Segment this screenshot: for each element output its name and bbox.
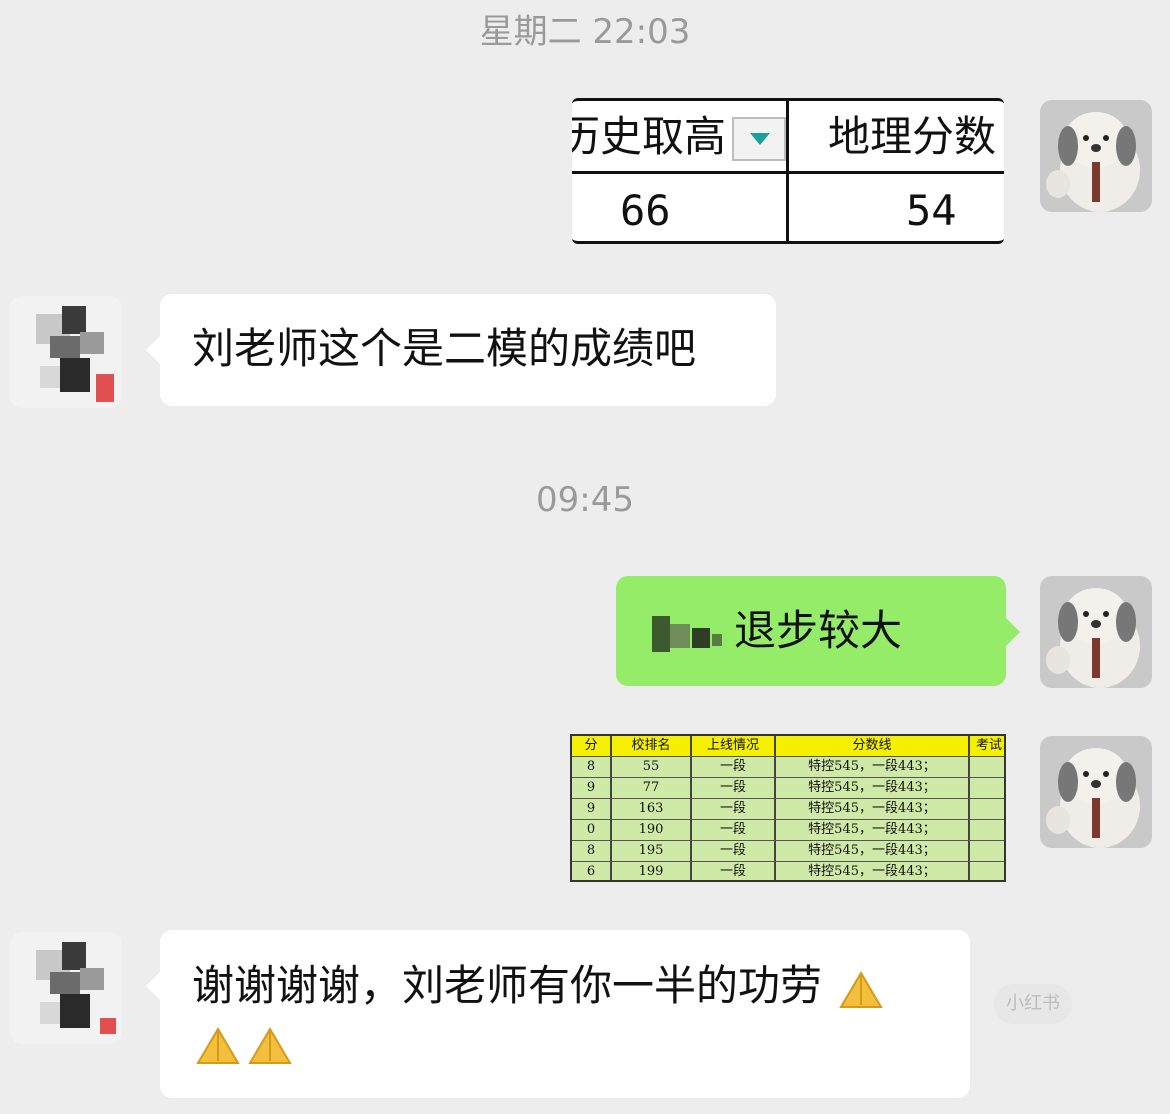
- table-header: 校排名: [612, 736, 692, 756]
- timestamp: 09:45: [536, 480, 634, 520]
- table-row: 9 77 一段 特控545，一段443；: [572, 777, 1004, 799]
- table-cell: 195: [612, 841, 692, 862]
- table-cell: 55: [612, 757, 692, 778]
- table-row: 8 55 一段 特控545，一段443；: [572, 756, 1004, 778]
- table-cell: [970, 799, 1004, 820]
- filter-dropdown-icon: [732, 117, 786, 161]
- timestamp: 星期二 22:03: [479, 12, 691, 52]
- dog-plush-avatar-icon: [1040, 736, 1152, 848]
- folded-hands-emoji-icon: [196, 1026, 240, 1064]
- table-header: 分数线: [776, 736, 970, 756]
- table-cell: 特控545，一段443；: [776, 757, 970, 778]
- table-cell: [970, 841, 1004, 862]
- own-avatar[interactable]: [1040, 736, 1152, 848]
- table-header-row: 分 校排名 上线情况 分数线 考试: [572, 736, 1004, 756]
- table-cell: 一段: [692, 778, 776, 799]
- table-cell: 9: [572, 778, 612, 799]
- table-cell: 190: [612, 820, 692, 841]
- contact-avatar[interactable]: [10, 296, 122, 408]
- dog-plush-avatar-icon: [1040, 100, 1152, 212]
- table-cell-history-score: 66: [620, 186, 671, 235]
- table-row: 9 163 一段 特控545，一段443；: [572, 798, 1004, 820]
- table-row: 0 190 一段 特控545，一段443；: [572, 819, 1004, 841]
- own-avatar[interactable]: [1040, 576, 1152, 688]
- table-cell: [970, 778, 1004, 799]
- table-cell: 163: [612, 799, 692, 820]
- table-cell: 一段: [692, 799, 776, 820]
- folded-hands-emoji-icon: [839, 970, 884, 1008]
- table-row: 8 195 一段 特控545，一段443；: [572, 840, 1004, 862]
- table-cell: [970, 862, 1004, 880]
- message-text: 退步较大: [734, 606, 903, 655]
- table-cell: 一段: [692, 757, 776, 778]
- table-cell: 一段: [692, 862, 776, 880]
- table-cell: 特控545，一段443；: [776, 862, 970, 880]
- received-message-bubble[interactable]: 谢谢谢谢，刘老师有你一半的功劳: [146, 930, 970, 1098]
- table-header: 上线情况: [692, 736, 776, 756]
- table-cell: 8: [572, 757, 612, 778]
- table-cell-geography-score: 54: [906, 186, 957, 235]
- table-header: 分: [572, 736, 612, 756]
- table-cell: [970, 820, 1004, 841]
- table-cell: 0: [572, 820, 612, 841]
- table-cell: 特控545，一段443；: [776, 799, 970, 820]
- sent-image-ranking-table[interactable]: 分 校排名 上线情况 分数线 考试 8 55 一段 特控545，一段443； 9 77 一段…: [570, 734, 1006, 882]
- sent-image-score-table[interactable]: 历史取高 地理分数 66 54: [572, 98, 1004, 244]
- own-avatar[interactable]: [1040, 100, 1152, 212]
- table-cell: 6: [572, 862, 612, 880]
- xiaohongshu-watermark: 小红书: [994, 984, 1072, 1024]
- table-header-history: 历史取高: [572, 112, 727, 161]
- redacted-name-mosaic: [648, 614, 734, 654]
- table-header-row: 历史取高 地理分数: [572, 101, 1004, 173]
- table-row: 6 199 一段 特控545，一段443；: [572, 861, 1004, 880]
- folded-hands-emoji-icon: [248, 1026, 292, 1064]
- message-text: 刘老师这个是二模的成绩吧: [192, 324, 697, 373]
- message-text: 谢谢谢谢，刘老师有你一半的功劳: [192, 961, 823, 1010]
- table-cell: 特控545，一段443；: [776, 820, 970, 841]
- table-cell: 77: [612, 778, 692, 799]
- table-cell: [970, 757, 1004, 778]
- table-row: 66 54: [572, 175, 1004, 241]
- table-cell: 9: [572, 799, 612, 820]
- table-header-geography: 地理分数: [828, 112, 997, 161]
- table-cell: 特控545，一段443；: [776, 778, 970, 799]
- contact-avatar[interactable]: [10, 932, 122, 1044]
- sent-message-bubble[interactable]: 退步较大: [616, 576, 1020, 686]
- received-message-bubble[interactable]: 刘老师这个是二模的成绩吧: [146, 294, 776, 406]
- pixelated-avatar-icon: [10, 932, 122, 1044]
- pixelated-avatar-icon: [10, 296, 122, 408]
- table-cell: 一段: [692, 841, 776, 862]
- table-cell: 一段: [692, 820, 776, 841]
- dog-plush-avatar-icon: [1040, 576, 1152, 688]
- table-cell: 199: [612, 862, 692, 880]
- table-cell: 特控545，一段443；: [776, 841, 970, 862]
- table-cell: 8: [572, 841, 612, 862]
- table-header: 考试: [975, 738, 1002, 753]
